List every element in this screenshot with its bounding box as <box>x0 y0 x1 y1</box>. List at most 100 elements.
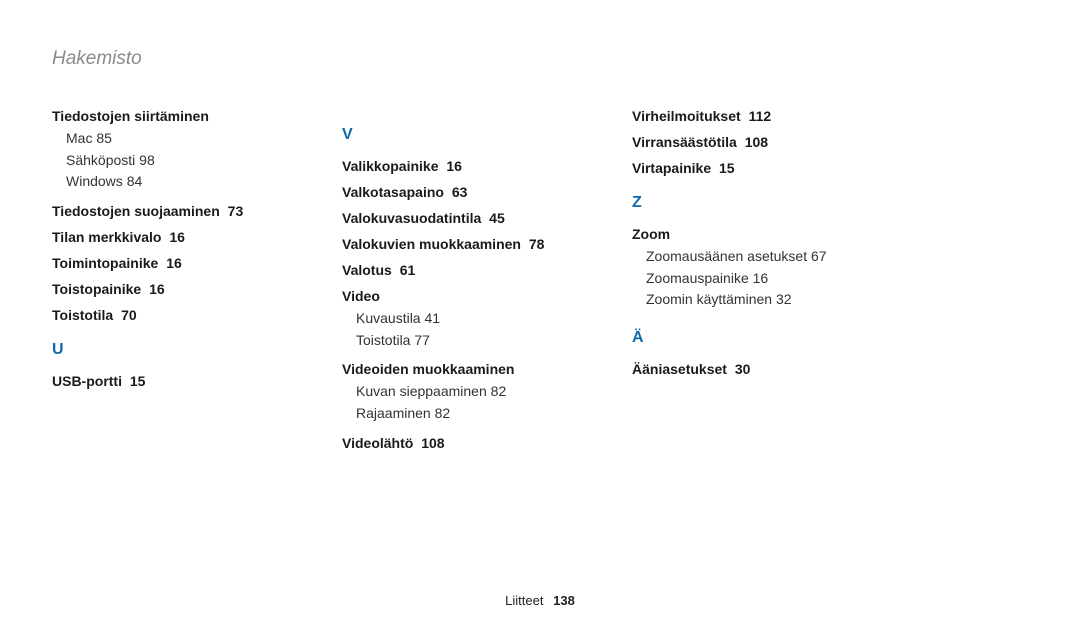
section-letter: V <box>342 126 572 144</box>
entry-title: Valikkopainike 16 <box>342 158 572 174</box>
index-entry[interactable]: Tilan merkkivalo 16 <box>52 229 282 245</box>
entry-title: Tiedostojen siirtäminen <box>52 108 282 124</box>
entry-title: Valokuvien muokkaaminen 78 <box>342 236 572 252</box>
index-entry[interactable]: Tiedostojen siirtäminenMac 85Sähköposti … <box>52 108 282 193</box>
section-letter: U <box>52 341 282 359</box>
entry-title: Toistotila 70 <box>52 307 282 323</box>
page-title: Hakemisto <box>52 48 1028 70</box>
entry-title: Virheilmoitukset 112 <box>632 108 862 124</box>
entry-title-text: Virransäästötila <box>632 134 737 150</box>
index-entry[interactable]: Valokuvien muokkaaminen 78 <box>342 236 572 252</box>
entry-title-text: Toistopainike <box>52 281 141 297</box>
sub-item-label: Kuvaustila <box>356 310 421 326</box>
entry-page: 78 <box>529 236 545 252</box>
index-entry[interactable]: ZoomZoomausäänen asetukset 67Zoomauspain… <box>632 226 862 311</box>
index-entry[interactable]: Valotus 61 <box>342 262 572 278</box>
index-entry[interactable]: Virheilmoitukset 112 <box>632 108 862 124</box>
entry-title-text: Valikkopainike <box>342 158 439 174</box>
index-entry[interactable]: Videoiden muokkaaminen Kuvan sieppaaminen… <box>342 361 572 424</box>
entry-page: 16 <box>446 158 462 174</box>
entry-title: Videolähtö 108 <box>342 435 572 451</box>
entry-title: Virtapainike 15 <box>632 160 862 176</box>
entry-title-text: Toimintopainike <box>52 255 158 271</box>
index-entry[interactable]: Toistopainike 16 <box>52 281 282 297</box>
sub-item-page: 67 <box>811 248 827 264</box>
sub-item[interactable]: Zoomin käyttäminen 32 <box>646 289 862 311</box>
sub-item[interactable]: Mac 85 <box>66 128 282 150</box>
entry-title: Virransäästötila 108 <box>632 134 862 150</box>
sub-list: Kuvaustila 41Toistotila 77 <box>356 308 572 351</box>
entry-title: Videoiden muokkaaminen <box>342 361 572 377</box>
index-entry[interactable]: Toimintopainike 16 <box>52 255 282 271</box>
index-entry[interactable]: Video Kuvaustila 41Toistotila 77 <box>342 288 572 351</box>
entry-page: 15 <box>130 373 146 389</box>
index-entry[interactable]: Videolähtö 108 <box>342 435 572 451</box>
entry-title-text: Valokuvasuodatintila <box>342 210 481 226</box>
entry-page: 16 <box>149 281 165 297</box>
entry-page: 108 <box>745 134 768 150</box>
sub-item-label: Mac <box>66 130 92 146</box>
sub-item[interactable]: Rajaaminen 82 <box>356 403 572 425</box>
sub-item-label: Zoomauspainike <box>646 270 749 286</box>
index-entry[interactable]: Toistotila 70 <box>52 307 282 323</box>
sub-item-page: 32 <box>776 291 792 307</box>
sub-item[interactable]: Toistotila 77 <box>356 330 572 352</box>
entry-title: Valokuvasuodatintila 45 <box>342 210 572 226</box>
sub-item-page: 85 <box>96 130 112 146</box>
entry-page: 108 <box>421 435 444 451</box>
entry-title-text: Videoiden muokkaaminen <box>342 361 514 377</box>
entry-page: 61 <box>400 262 416 278</box>
entry-title: Tilan merkkivalo 16 <box>52 229 282 245</box>
index-column: Virheilmoitukset 112 Virransäästötila 108… <box>632 108 862 461</box>
index-entry[interactable]: Virtapainike 15 <box>632 160 862 176</box>
index-entry[interactable]: Valkotasapaino 63 <box>342 184 572 200</box>
index-columns: Tiedostojen siirtäminenMac 85Sähköposti … <box>52 108 1028 461</box>
index-entry[interactable]: Valikkopainike 16 <box>342 158 572 174</box>
entry-title-text: Tiedostojen suojaaminen <box>52 203 220 219</box>
sub-item[interactable]: Zoomauspainike 16 <box>646 268 862 290</box>
entry-title-text: Zoom <box>632 226 670 242</box>
entry-title-text: Valokuvien muokkaaminen <box>342 236 521 252</box>
sub-item-label: Toistotila <box>356 332 410 348</box>
sub-item[interactable]: Windows 84 <box>66 171 282 193</box>
sub-item[interactable]: Zoomausäänen asetukset 67 <box>646 246 862 268</box>
entry-page: 70 <box>121 307 137 323</box>
entry-title: Ääniasetukset 30 <box>632 361 862 377</box>
sub-item-label: Windows <box>66 173 123 189</box>
entry-title-text: Videolähtö <box>342 435 413 451</box>
entry-page: 63 <box>452 184 468 200</box>
entry-page: 73 <box>228 203 244 219</box>
entry-title-text: Video <box>342 288 380 304</box>
entry-page: 15 <box>719 160 735 176</box>
section-letter: Z <box>632 194 862 212</box>
sub-item[interactable]: Sähköposti 98 <box>66 150 282 172</box>
entry-title-text: Toistotila <box>52 307 113 323</box>
sub-item[interactable]: Kuvan sieppaaminen 82 <box>356 381 572 403</box>
sub-item-page: 82 <box>491 383 507 399</box>
section-letter: Ä <box>632 329 862 347</box>
index-entry[interactable]: Ääniasetukset 30 <box>632 361 862 377</box>
sub-list: Mac 85Sähköposti 98Windows 84 <box>66 128 282 193</box>
sub-item-page: 84 <box>127 173 143 189</box>
sub-item[interactable]: Kuvaustila 41 <box>356 308 572 330</box>
footer-page-number: 138 <box>553 593 575 608</box>
entry-title-text: Tiedostojen siirtäminen <box>52 108 209 124</box>
entry-title-text: Virtapainike <box>632 160 711 176</box>
sub-item-label: Kuvan sieppaaminen <box>356 383 487 399</box>
index-entry[interactable]: USB-portti 15 <box>52 373 282 389</box>
entry-title: Valkotasapaino 63 <box>342 184 572 200</box>
entry-page: 16 <box>166 255 182 271</box>
entry-page: 45 <box>489 210 505 226</box>
index-entry[interactable]: Valokuvasuodatintila 45 <box>342 210 572 226</box>
sub-list: Zoomausäänen asetukset 67Zoomauspainike … <box>646 246 862 311</box>
entry-page: 30 <box>735 361 751 377</box>
sub-item-label: Zoomausäänen asetukset <box>646 248 807 264</box>
entry-page: 16 <box>169 229 185 245</box>
index-entry[interactable]: Tiedostojen suojaaminen 73 <box>52 203 282 219</box>
sub-item-label: Sähköposti <box>66 152 135 168</box>
index-column: VValikkopainike 16Valkotasapaino 63Valok… <box>342 108 572 461</box>
entry-title-text: USB-portti <box>52 373 122 389</box>
entry-title: USB-portti 15 <box>52 373 282 389</box>
index-entry[interactable]: Virransäästötila 108 <box>632 134 862 150</box>
entry-title-text: Valkotasapaino <box>342 184 444 200</box>
